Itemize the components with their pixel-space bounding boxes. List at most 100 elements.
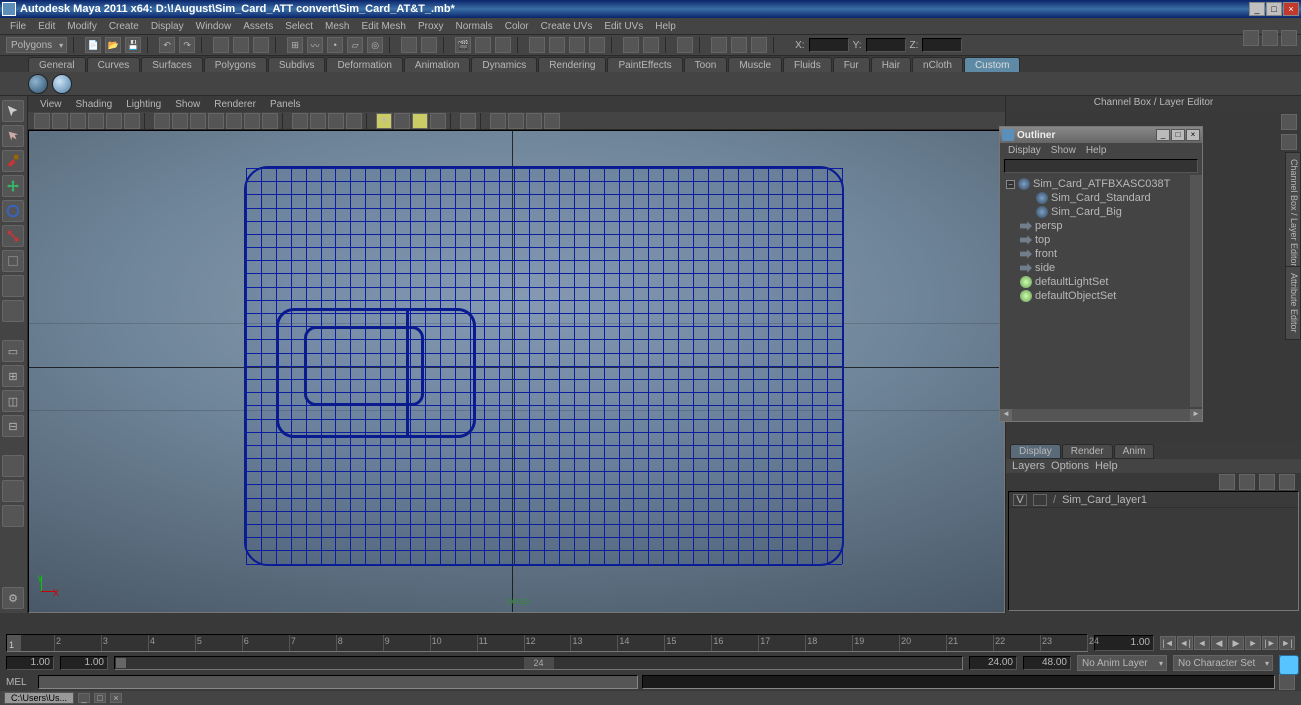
menu-proxy[interactable]: Proxy — [412, 20, 450, 33]
panel-menu-lighting[interactable]: Lighting — [120, 98, 167, 111]
layer-tab-display[interactable]: Display — [1010, 444, 1061, 459]
shelf-tab-fluids[interactable]: Fluids — [783, 57, 832, 72]
panel-tool-17[interactable] — [346, 113, 362, 129]
menu-select[interactable]: Select — [279, 20, 319, 33]
current-time-field[interactable]: 1.00 — [1094, 635, 1154, 651]
taskbar-close-icon[interactable]: × — [110, 693, 122, 703]
toolbar-icon-a[interactable] — [529, 37, 545, 53]
range-bar[interactable]: 24 — [114, 656, 963, 670]
channel-icon-2[interactable] — [1281, 134, 1297, 150]
snap-live-icon[interactable]: ◎ — [367, 37, 383, 53]
select-by-object-icon[interactable] — [233, 37, 249, 53]
shelf-tab-fur[interactable]: Fur — [833, 57, 870, 72]
outliner-menu-show[interactable]: Show — [1047, 145, 1080, 156]
panel-tool-20[interactable] — [526, 113, 542, 129]
expand-toggle[interactable]: − — [1006, 180, 1015, 189]
outliner-item-defaultlightset[interactable]: defaultLightSet — [1002, 275, 1200, 289]
four-pane-layout[interactable]: ⊞ — [2, 365, 24, 387]
step-back-button[interactable]: ◄ — [1194, 636, 1210, 650]
coord-z-input[interactable] — [922, 38, 962, 52]
single-pane-layout[interactable]: ▭ — [2, 340, 24, 362]
toolbar-icon-g[interactable] — [677, 37, 693, 53]
menu-window[interactable]: Window — [190, 20, 238, 33]
layer-menu-help[interactable]: Help — [1095, 460, 1118, 472]
taskbar-item[interactable]: C:\Users\Us... — [4, 692, 74, 704]
teamviewer-badge-icon[interactable] — [1279, 655, 1299, 675]
outliner-minimize-button[interactable]: _ — [1156, 129, 1170, 141]
paint-select-tool[interactable] — [2, 150, 24, 172]
two-pane-side-layout[interactable]: ◫ — [2, 390, 24, 412]
menu-edit-uvs[interactable]: Edit UVs — [598, 20, 649, 33]
outliner-hscrollbar[interactable]: ◄ ► — [1000, 409, 1202, 421]
menu-normals[interactable]: Normals — [450, 20, 499, 33]
toolbar-icon-d[interactable] — [589, 37, 605, 53]
outliner-menu-help[interactable]: Help — [1082, 145, 1111, 156]
scroll-left-icon[interactable]: ◄ — [1000, 409, 1012, 421]
scale-tool[interactable] — [2, 225, 24, 247]
go-to-start-button[interactable]: |◄ — [1160, 636, 1176, 650]
shelf-button-2[interactable] — [52, 74, 72, 94]
panel-tool-07[interactable] — [154, 113, 170, 129]
universal-manipulator-tool[interactable] — [2, 250, 24, 272]
menu-color[interactable]: Color — [499, 20, 535, 33]
menu-edit-mesh[interactable]: Edit Mesh — [355, 20, 411, 33]
select-by-hierarchy-icon[interactable] — [213, 37, 229, 53]
go-to-end-button[interactable]: ►| — [1279, 636, 1295, 650]
minimize-button[interactable]: _ — [1249, 2, 1265, 16]
light-icon-2[interactable] — [394, 113, 410, 129]
history-icon[interactable] — [421, 37, 437, 53]
coord-x-input[interactable] — [809, 38, 849, 52]
coord-y-input[interactable] — [866, 38, 906, 52]
toolbar-icon-i[interactable] — [731, 37, 747, 53]
panel-tool-12[interactable] — [244, 113, 260, 129]
redo-icon[interactable]: ↷ — [179, 37, 195, 53]
outliner-tree[interactable]: −Sim_Card_ATFBXASC038TSim_Card_StandardS… — [1000, 175, 1202, 421]
lasso-tool[interactable] — [2, 125, 24, 147]
outliner-item-sim_card_big[interactable]: Sim_Card_Big — [1002, 205, 1200, 219]
layer-new-selected-icon[interactable] — [1279, 474, 1295, 490]
menu-create[interactable]: Create — [103, 20, 145, 33]
panel-menu-panels[interactable]: Panels — [264, 98, 307, 111]
menu-file[interactable]: File — [4, 20, 32, 33]
command-input[interactable] — [38, 675, 638, 689]
outliner-item-sim_card_atfbxasc038t[interactable]: −Sim_Card_ATFBXASC038T — [1002, 177, 1200, 191]
panel-tool-06[interactable] — [124, 113, 140, 129]
toolbar-icon-j[interactable] — [751, 37, 767, 53]
side-tab-channelbox[interactable]: Channel Box / Layer Editor — [1285, 152, 1301, 274]
outliner-item-front[interactable]: front — [1002, 247, 1200, 261]
panel-menu-shading[interactable]: Shading — [70, 98, 119, 111]
select-by-component-icon[interactable] — [253, 37, 269, 53]
layer-tab-anim[interactable]: Anim — [1114, 444, 1155, 459]
move-tool[interactable] — [2, 175, 24, 197]
perspective-viewport[interactable]: persp Y X — [28, 130, 1005, 613]
rotate-tool[interactable] — [2, 200, 24, 222]
panel-tool-19[interactable] — [508, 113, 524, 129]
toolbar-icon-f[interactable] — [643, 37, 659, 53]
light-icon-3[interactable] — [412, 113, 428, 129]
panel-tool-21[interactable] — [544, 113, 560, 129]
shelf-tab-painteffects[interactable]: PaintEffects — [607, 57, 682, 72]
outliner-window[interactable]: Outliner _ □ × DisplayShowHelp −Sim_Card… — [999, 126, 1203, 422]
toolbar-icon-e[interactable] — [623, 37, 639, 53]
history-off-icon[interactable] — [401, 37, 417, 53]
outliner-item-persp[interactable]: persp — [1002, 219, 1200, 233]
layer-visibility-toggle[interactable]: V — [1013, 494, 1027, 506]
panel-tool-11[interactable] — [226, 113, 242, 129]
layer-row[interactable]: V / Sim_Card_layer1 — [1009, 492, 1298, 508]
ipr-render-icon[interactable] — [475, 37, 491, 53]
two-pane-stack-layout[interactable]: ⊟ — [2, 415, 24, 437]
shelf-tab-subdivs[interactable]: Subdivs — [268, 57, 326, 72]
select-tool[interactable] — [2, 100, 24, 122]
outliner-item-side[interactable]: side — [1002, 261, 1200, 275]
range-start-inner[interactable]: 1.00 — [60, 656, 108, 670]
layout-preset-c[interactable] — [2, 505, 24, 527]
maximize-button[interactable]: □ — [1266, 2, 1282, 16]
step-forward-key-button[interactable]: |► — [1262, 636, 1278, 650]
anim-layer-dropdown[interactable]: No Anim Layer — [1077, 655, 1167, 671]
render-settings-icon[interactable] — [495, 37, 511, 53]
range-handle-left[interactable] — [116, 658, 126, 668]
menu-mesh[interactable]: Mesh — [319, 20, 355, 33]
shelf-tab-ncloth[interactable]: nCloth — [912, 57, 963, 72]
shelf-tab-rendering[interactable]: Rendering — [538, 57, 606, 72]
layer-menu-layers[interactable]: Layers — [1012, 460, 1045, 472]
